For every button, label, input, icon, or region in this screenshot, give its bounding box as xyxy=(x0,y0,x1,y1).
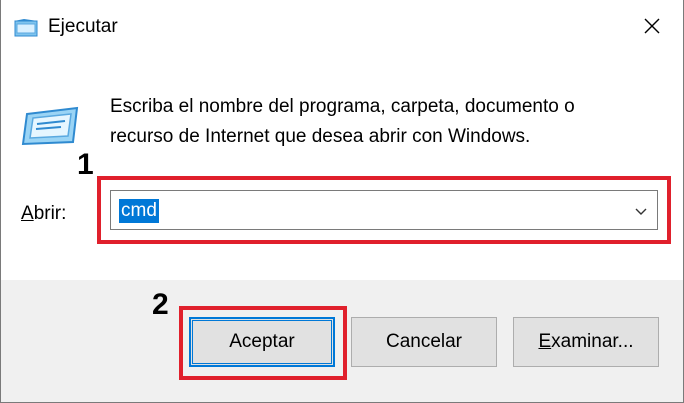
dialog-footer: Aceptar Cancelar Examinar... xyxy=(1,280,683,402)
chevron-down-icon[interactable] xyxy=(633,203,649,219)
run-program-icon xyxy=(21,106,79,146)
open-label-text: brir: xyxy=(33,203,67,224)
open-input-value[interactable]: cmd xyxy=(119,199,159,223)
ok-button-label: Aceptar xyxy=(229,331,295,352)
description-line-1: Escriba el nombre del programa, carpeta,… xyxy=(110,96,575,117)
run-dialog-icon xyxy=(14,19,38,37)
annotation-step-1: 1 xyxy=(77,148,94,181)
browse-button-label: Examinar... xyxy=(538,331,633,353)
close-button[interactable] xyxy=(623,4,681,48)
open-field-label: Abrir: xyxy=(21,203,66,225)
browse-access-key: E xyxy=(538,331,552,352)
dialog-description: Escriba el nombre del programa, carpeta,… xyxy=(110,92,650,152)
description-line-2: recurso de Internet que desea abrir con … xyxy=(110,126,531,147)
dialog-content: Escriba el nombre del programa, carpeta,… xyxy=(1,56,683,280)
annotation-step-2: 2 xyxy=(152,288,169,321)
close-icon xyxy=(644,18,660,34)
cancel-button[interactable]: Cancelar xyxy=(351,317,497,367)
cancel-button-label: Cancelar xyxy=(385,331,463,352)
run-dialog: Ejecutar Escriba el nombre del programa,… xyxy=(0,0,684,403)
browse-label-text: xaminar... xyxy=(551,331,634,352)
window-title: Ejecutar xyxy=(48,16,118,37)
title-bar: Ejecutar xyxy=(1,0,683,56)
open-combobox[interactable]: cmd xyxy=(110,190,658,230)
ok-button[interactable]: Aceptar xyxy=(189,317,335,367)
browse-button[interactable]: Examinar... xyxy=(513,317,659,367)
open-label-access-key: A xyxy=(21,203,34,224)
